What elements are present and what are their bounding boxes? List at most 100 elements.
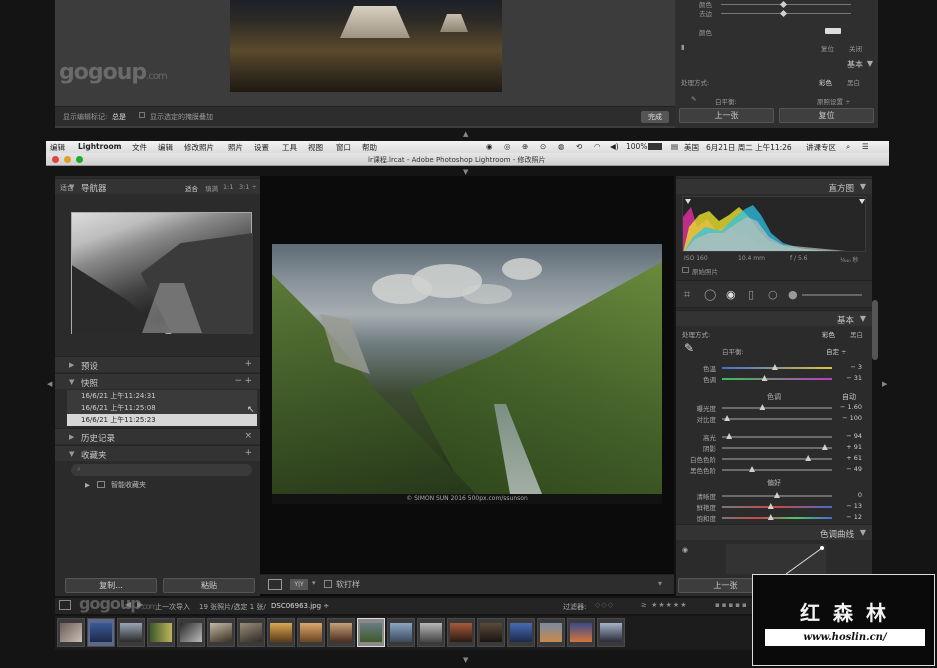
menu-tools[interactable]: 工具 xyxy=(282,142,297,153)
navigator-preview[interactable] xyxy=(71,212,253,334)
eyedropper-icon[interactable]: ✎ xyxy=(691,95,696,103)
slider-knob[interactable] xyxy=(774,492,780,498)
filmstrip-thumbnail[interactable] xyxy=(417,618,445,647)
tone-curve-graph[interactable] xyxy=(726,544,826,574)
treatment-bw[interactable]: 黑白 xyxy=(850,329,863,339)
filmstrip-thumbnail[interactable] xyxy=(207,618,235,647)
close-link[interactable]: 关闭 xyxy=(849,43,862,53)
slider-value[interactable]: − 31 xyxy=(832,374,862,382)
graduated-filter-icon[interactable]: ▯ xyxy=(748,288,754,301)
input-method[interactable]: 美国 xyxy=(684,142,699,153)
filmstrip-thumbnail[interactable] xyxy=(477,618,505,647)
slider-value[interactable]: − 100 xyxy=(832,414,862,422)
slider-knob[interactable] xyxy=(759,404,766,410)
flag-filter-icons[interactable]: ◇◇◇ xyxy=(595,601,614,609)
add-preset-icon[interactable]: + xyxy=(244,359,252,369)
filmstrip-thumbnail[interactable] xyxy=(537,618,565,647)
filmstrip-thumbnail[interactable] xyxy=(117,618,145,647)
slider-track[interactable] xyxy=(722,404,832,410)
slider-track[interactable] xyxy=(722,455,832,461)
filmstrip-thumbnail-selected[interactable] xyxy=(357,618,385,647)
filmstrip-thumbnail[interactable] xyxy=(387,618,415,647)
filmstrip-thumbnail[interactable] xyxy=(87,618,115,647)
clock[interactable]: 6月21日 周二 上午11:26 xyxy=(706,142,792,153)
treatment-color[interactable]: 彩色 xyxy=(819,77,832,87)
slider-value[interactable]: 0 xyxy=(832,491,862,499)
slider-value[interactable]: − 12 xyxy=(832,513,862,521)
menu-photo[interactable]: 照片 xyxy=(228,142,243,153)
add-snapshot-icon[interactable]: + xyxy=(244,376,252,386)
histogram-header[interactable]: 直方图 ▼ xyxy=(676,178,872,194)
collapse-icon[interactable]: ▼ xyxy=(69,450,74,458)
slider-knob[interactable] xyxy=(749,466,756,472)
slider-knob[interactable] xyxy=(767,503,774,509)
right-panel-toggle-icon[interactable]: ▶ xyxy=(882,380,887,388)
nav-1to1[interactable]: 1:1 xyxy=(223,183,233,191)
menu-view[interactable]: 视图 xyxy=(308,142,323,153)
basic-header[interactable]: 基本 ▼ xyxy=(676,310,872,326)
menubar-extra-icon[interactable]: ⊙ xyxy=(540,142,546,151)
nav-forward-icon[interactable]: ▶ xyxy=(137,600,143,609)
filmstrip-thumbnail[interactable] xyxy=(447,618,475,647)
menu-lightroom[interactable]: Lightroom xyxy=(78,142,121,151)
wb-select[interactable]: 原照设置 ÷ xyxy=(817,96,851,106)
flag-icon[interactable]: ▤ xyxy=(671,142,678,151)
slider-knob[interactable] xyxy=(779,9,788,18)
menu-file[interactable]: 文件 xyxy=(132,142,147,153)
main-photo[interactable] xyxy=(272,244,662,494)
menu-edit[interactable]: 编辑 xyxy=(158,142,173,153)
notification-icon[interactable]: ☰ xyxy=(862,142,869,151)
filmstrip-thumbnail[interactable] xyxy=(297,618,325,647)
collapse-icon[interactable]: ▼ xyxy=(69,183,74,191)
time-machine-icon[interactable]: ⟲ xyxy=(576,142,582,151)
tone-curve-header[interactable]: 色调曲线 ▼ xyxy=(676,524,872,540)
paste-button[interactable]: 粘贴 xyxy=(163,578,255,593)
loupe-view-icon[interactable] xyxy=(268,579,282,590)
pin-icon[interactable]: ▮ xyxy=(681,43,685,51)
filmstrip-thumbnail[interactable] xyxy=(177,618,205,647)
bottom-panel-toggle-icon[interactable]: ▼ xyxy=(463,656,468,664)
wifi-icon[interactable]: ◠ xyxy=(594,142,601,151)
remove-snapshot-icon[interactable]: − xyxy=(234,376,242,386)
snapshot-item[interactable]: 16/6/21 上午11:24:31 xyxy=(67,390,257,402)
filmstrip-thumbnail[interactable] xyxy=(327,618,355,647)
auto-tone-button[interactable]: 自动 xyxy=(842,392,856,402)
slider-value[interactable]: − 49 xyxy=(832,465,862,473)
wb-select[interactable]: 自定 ÷ xyxy=(826,346,847,356)
top-panel-toggle-icon[interactable]: ▼ xyxy=(463,168,468,176)
slider-track[interactable] xyxy=(722,415,832,421)
menu-develop[interactable]: 修改照片 xyxy=(184,142,214,153)
slider-knob[interactable] xyxy=(724,415,731,421)
menu-help[interactable]: 帮助 xyxy=(362,142,377,153)
filmstrip-thumbnail[interactable] xyxy=(567,618,595,647)
red-eye-icon[interactable]: ◉ xyxy=(726,288,736,301)
original-photo-checkbox[interactable] xyxy=(682,267,689,273)
slider-knob[interactable] xyxy=(821,444,828,450)
reset-link[interactable]: 复位 xyxy=(821,43,834,53)
filmstrip-thumbnail[interactable] xyxy=(267,618,295,647)
eyedropper-icon[interactable]: ✎ xyxy=(684,341,694,355)
smart-collection-label[interactable]: 智能收藏夹 xyxy=(111,480,146,490)
collapse-icon[interactable]: ▼ xyxy=(860,314,866,323)
menubar-extra-icon[interactable]: ⊕ xyxy=(522,142,528,151)
volume-icon[interactable]: ◀) xyxy=(610,142,619,151)
filmstrip-thumbnail[interactable] xyxy=(147,618,175,647)
navigator-header[interactable]: 适合 ▼ 导航器 适合 填满 1:1 3:1 ÷ xyxy=(55,178,260,194)
menu-window[interactable]: 窗口 xyxy=(336,142,351,153)
slider-value[interactable]: − 1.60 xyxy=(832,403,862,411)
clear-history-icon[interactable]: × xyxy=(244,431,252,441)
battery-icon[interactable] xyxy=(648,143,662,150)
snapshots-header[interactable]: ▼ 快照 − + xyxy=(55,373,260,389)
previous-button[interactable]: 上一张 xyxy=(679,108,774,123)
edit-marks-select[interactable]: 总是 xyxy=(112,112,126,122)
slider-knob[interactable] xyxy=(771,364,778,370)
filmstrip-source[interactable]: 上一次导入 xyxy=(155,602,190,612)
snapshot-item-selected[interactable]: 16/6/21 上午11:25:23 xyxy=(67,414,257,426)
collapse-icon[interactable]: ▼ xyxy=(69,378,74,386)
add-collection-icon[interactable]: + xyxy=(244,448,252,458)
slider-track[interactable] xyxy=(722,492,832,498)
menu-edit-partial[interactable]: 编辑 xyxy=(50,142,65,153)
collapse-icon[interactable]: ▼ xyxy=(860,528,866,537)
slider-knob[interactable] xyxy=(767,514,774,520)
presets-header[interactable]: ▶ 预设 + xyxy=(55,356,260,372)
